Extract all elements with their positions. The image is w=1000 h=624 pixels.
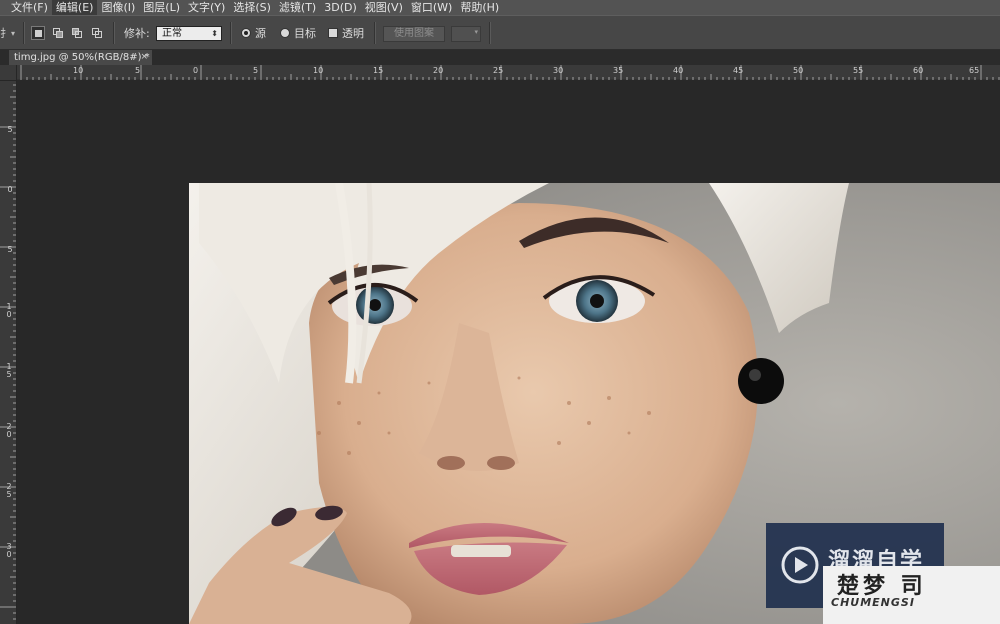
ruler-label: 5 — [253, 66, 259, 75]
ruler-label: 5 — [7, 245, 13, 254]
chevron-updown-icon: ⬍ — [211, 29, 218, 38]
source-label: 源 — [255, 27, 266, 40]
document-tab[interactable]: timg.jpg @ 50%(RGB/8#) * × — [9, 50, 152, 65]
ruler-label: 35 — [613, 66, 624, 75]
menu-file[interactable]: 文件(F) — [7, 0, 52, 15]
menu-layer[interactable]: 图层(L) — [139, 0, 184, 15]
chevron-down-icon: ▾ — [474, 28, 478, 36]
intersect-selection-button[interactable] — [90, 26, 104, 40]
ruler-label: 50 — [793, 66, 804, 75]
close-icon[interactable]: × — [140, 50, 148, 65]
separator — [113, 22, 115, 44]
add-selection-icon-2 — [56, 31, 63, 38]
watermark-logo-2: 楚梦 司 CHUMENGSI — [823, 566, 1000, 624]
separator — [23, 22, 25, 44]
menu-window[interactable]: 窗口(W) — [407, 0, 456, 15]
ruler-label: 25 — [493, 66, 504, 75]
ruler-label: 20 — [6, 422, 12, 439]
separator — [374, 22, 376, 44]
separator — [489, 22, 491, 44]
patch-mode-value: 正常 — [162, 28, 182, 39]
vertical-ruler[interactable]: 5 0 5 10 15 20 25 30 — [0, 65, 17, 624]
ruler-label: 30 — [6, 542, 12, 559]
add-to-selection-button[interactable] — [51, 26, 65, 40]
separator — [230, 22, 232, 44]
play-icon — [781, 546, 819, 584]
subtract-from-selection-button[interactable] — [70, 26, 84, 40]
ruler-label: 5 — [7, 125, 13, 134]
transparent-label: 透明 — [342, 27, 364, 40]
menu-filter[interactable]: 滤镜(T) — [275, 0, 320, 15]
document-tab-title: timg.jpg @ 50%(RGB/8#) * — [14, 52, 150, 63]
menu-type[interactable]: 文字(Y) — [184, 0, 229, 15]
patch-tool-icon[interactable]: 扌 — [0, 16, 11, 50]
ruler-origin[interactable] — [0, 65, 17, 81]
menu-view[interactable]: 视图(V) — [361, 0, 407, 15]
tool-preset-dropdown-icon[interactable]: ▾ — [11, 16, 15, 50]
ruler-label: 15 — [373, 66, 384, 75]
watermark-brand-en: CHUMENGSI — [831, 596, 915, 609]
ruler-label: 10 — [6, 302, 12, 319]
ruler-label: 60 — [913, 66, 924, 75]
new-selection-icon — [35, 30, 42, 37]
intersect-selection-icon-2 — [95, 31, 102, 38]
target-radio[interactable] — [280, 28, 290, 38]
ruler-label: 45 — [733, 66, 744, 75]
menu-edit[interactable]: 编辑(E) — [51, 0, 98, 15]
pattern-picker[interactable]: ▾ — [451, 26, 481, 42]
menu-help[interactable]: 帮助(H) — [456, 0, 503, 15]
target-label: 目标 — [294, 27, 316, 40]
ruler-label: 10 — [313, 66, 324, 75]
options-bar: 扌 ▾ 修补: 正常 ⬍ 源 目标 透明 使用图案 ▾ — [0, 15, 1000, 50]
vertical-ruler-ticks — [0, 66, 16, 620]
ruler-label: 40 — [673, 66, 684, 75]
ruler-label: 30 — [553, 66, 564, 75]
ruler-label: 65 — [969, 66, 980, 75]
ruler-label: 0 — [193, 66, 199, 75]
ruler-label: 0 — [7, 185, 13, 194]
menu-bar: 文件(F) 编辑(E) 图像(I) 图层(L) 文字(Y) 选择(S) 滤镜(T… — [0, 0, 1000, 15]
horizontal-ruler[interactable]: 10 5 0 5 10 15 20 25 30 35 40 45 50 55 6… — [17, 65, 1000, 81]
source-radio[interactable] — [241, 28, 251, 38]
subtract-selection-icon-2 — [75, 31, 82, 38]
ruler-label: 5 — [135, 66, 141, 75]
ruler-label: 20 — [433, 66, 444, 75]
use-pattern-button[interactable]: 使用图案 — [383, 26, 445, 42]
ruler-label: 25 — [6, 482, 12, 499]
patch-label: 修补: — [124, 27, 150, 40]
document-tab-bar: timg.jpg @ 50%(RGB/8#) * × — [0, 50, 1000, 65]
ruler-label: 55 — [853, 66, 864, 75]
new-selection-button[interactable] — [31, 26, 45, 40]
menu-3d[interactable]: 3D(D) — [320, 0, 361, 15]
transparent-checkbox[interactable] — [328, 28, 338, 38]
ruler-label: 15 — [6, 362, 12, 379]
menu-image[interactable]: 图像(I) — [97, 0, 139, 15]
menu-select[interactable]: 选择(S) — [229, 0, 275, 15]
patch-mode-select[interactable]: 正常 ⬍ — [156, 26, 222, 41]
ruler-label: 10 — [73, 66, 84, 75]
